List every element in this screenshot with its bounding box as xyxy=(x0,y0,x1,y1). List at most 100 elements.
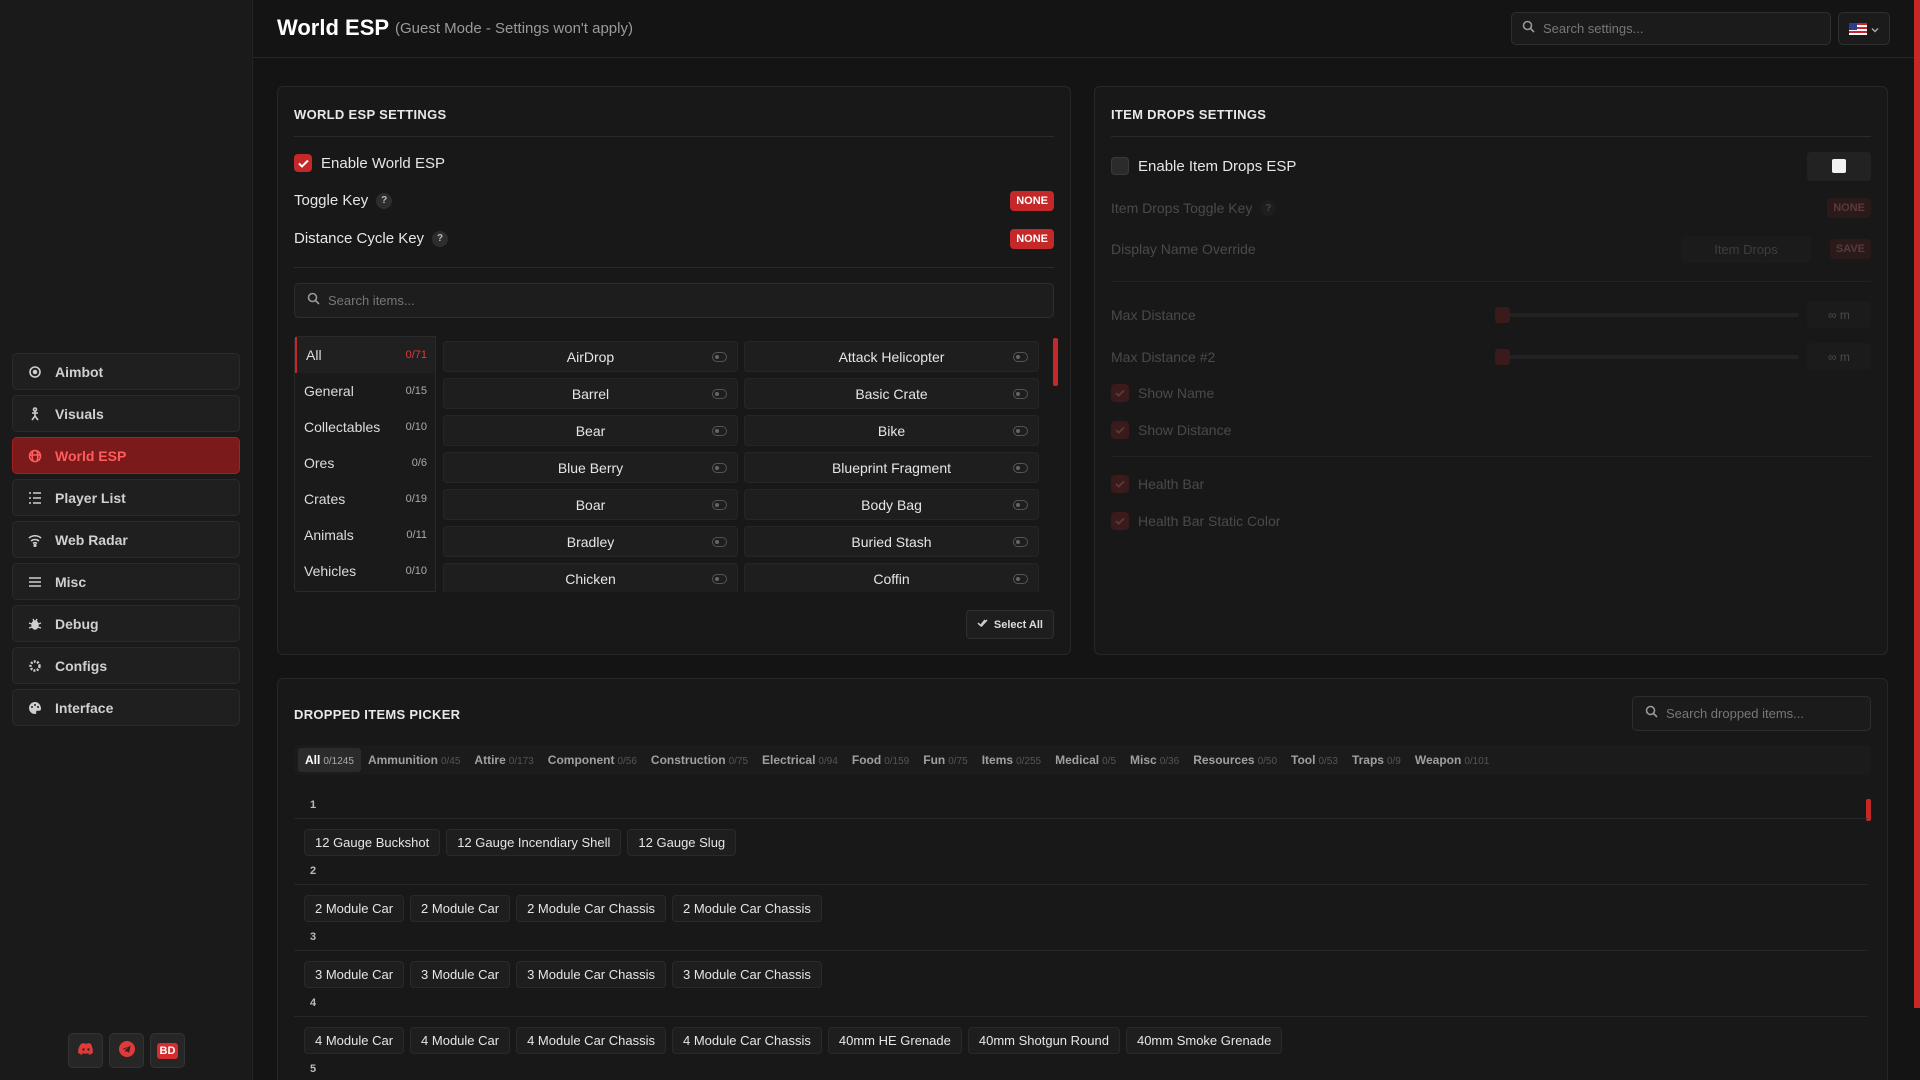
select-all-button[interactable]: Select All xyxy=(965,610,1054,639)
dropped-item-chip[interactable]: 40mm Shotgun Round xyxy=(967,1027,1120,1054)
tab-weapon[interactable]: Weapon 0/101 xyxy=(1408,748,1496,772)
esp-item[interactable]: Bradley xyxy=(443,526,738,557)
items-search-input[interactable] xyxy=(328,293,963,308)
category-ores[interactable]: Ores 0/6 xyxy=(295,445,435,481)
sidebar-item-world-esp[interactable]: World ESP xyxy=(12,437,240,474)
bd-button[interactable]: BD xyxy=(150,1033,185,1068)
dropped-item-chip[interactable]: 4 Module Car xyxy=(410,1027,511,1054)
category-crates[interactable]: Crates 0/19 xyxy=(295,481,435,517)
dropped-item-chip[interactable]: 2 Module Car Chassis xyxy=(671,895,822,922)
esp-item[interactable]: Body Bag xyxy=(744,489,1039,520)
esp-item[interactable]: Attack Helicopter xyxy=(744,341,1039,372)
tab-component[interactable]: Component 0/56 xyxy=(541,748,644,772)
page-scrollbar[interactable] xyxy=(1914,0,1920,1008)
tab-tool[interactable]: Tool 0/53 xyxy=(1284,748,1345,772)
sidebar-item-aimbot[interactable]: Aimbot xyxy=(12,353,240,390)
esp-item[interactable]: Barrel xyxy=(443,378,738,409)
help-icon[interactable]: ? xyxy=(432,230,449,247)
toggle-icon[interactable] xyxy=(1013,463,1028,473)
telegram-button[interactable] xyxy=(109,1033,144,1068)
sidebar-item-web-radar[interactable]: Web Radar xyxy=(12,521,240,558)
dropped-item-chip[interactable]: 3 Module Car Chassis xyxy=(671,961,822,988)
esp-item[interactable]: Buried Stash xyxy=(744,526,1039,557)
settings-search-input[interactable] xyxy=(1543,21,1805,36)
toggle-icon[interactable] xyxy=(712,463,727,473)
dropped-item-chip[interactable]: 12 Gauge Incendiary Shell xyxy=(446,829,622,856)
esp-item[interactable]: Boar xyxy=(443,489,738,520)
tab-ammunition[interactable]: Ammunition 0/45 xyxy=(361,748,467,772)
sidebar-item-configs[interactable]: Configs xyxy=(12,647,240,684)
toggle-icon[interactable] xyxy=(1013,500,1028,510)
category-vehicles[interactable]: Vehicles 0/10 xyxy=(295,553,435,589)
dropped-item-chip[interactable]: 2 Module Car Chassis xyxy=(516,895,666,922)
item-drops-settings-panel: ITEM DROPS SETTINGS Enable Item Drops ES… xyxy=(1094,86,1888,655)
tab-resources[interactable]: Resources 0/50 xyxy=(1186,748,1284,772)
item-drops-toggle[interactable] xyxy=(1807,151,1871,181)
esp-item[interactable]: Blue Berry xyxy=(443,452,738,483)
sidebar-item-interface[interactable]: Interface xyxy=(12,689,240,726)
category-collectables[interactable]: Collectables 0/10 xyxy=(295,409,435,445)
esp-item[interactable]: Blueprint Fragment xyxy=(744,452,1039,483)
esp-item[interactable]: Bear xyxy=(443,415,738,446)
esp-item[interactable]: Bike xyxy=(744,415,1039,446)
toggle-icon[interactable] xyxy=(712,537,727,547)
toggle-icon[interactable] xyxy=(1013,389,1028,399)
tab-traps[interactable]: Traps 0/9 xyxy=(1345,748,1408,772)
toggle-icon[interactable] xyxy=(1013,426,1028,436)
tab-construction[interactable]: Construction 0/75 xyxy=(644,748,755,772)
max-distance-label: Max Distance xyxy=(1111,306,1196,323)
items-scrollbar[interactable] xyxy=(1053,338,1058,386)
tab-attire[interactable]: Attire 0/173 xyxy=(467,748,540,772)
dropped-item-chip[interactable]: 3 Module Car xyxy=(304,961,405,988)
tab-food[interactable]: Food 0/159 xyxy=(845,748,916,772)
toggle-icon[interactable] xyxy=(1013,574,1028,584)
sidebar-item-misc[interactable]: Misc xyxy=(12,563,240,600)
toggle-icon[interactable] xyxy=(712,500,727,510)
esp-item[interactable]: Chicken xyxy=(443,563,738,592)
dropped-item-chip[interactable]: 12 Gauge Buckshot xyxy=(304,829,441,856)
language-selector[interactable] xyxy=(1838,12,1890,45)
dropped-item-chip[interactable]: 40mm HE Grenade xyxy=(827,1027,962,1054)
tab-label: Attire xyxy=(474,753,506,767)
toggle-icon[interactable] xyxy=(712,389,727,399)
esp-item-label: Blueprint Fragment xyxy=(831,459,952,476)
esp-items-grid: AirDrop Attack Helicopter Barrel Basic C… xyxy=(438,336,1050,592)
enable-item-drops-checkbox[interactable] xyxy=(1111,157,1129,175)
esp-item[interactable]: AirDrop xyxy=(443,341,738,372)
toggle-icon[interactable] xyxy=(712,352,727,362)
dropped-item-chip[interactable]: 4 Module Car Chassis xyxy=(516,1027,666,1054)
esp-item[interactable]: Coffin xyxy=(744,563,1039,592)
tab-items[interactable]: Items 0/255 xyxy=(975,748,1048,772)
help-icon[interactable]: ? xyxy=(376,192,393,209)
dropped-item-chip[interactable]: 2 Module Car xyxy=(410,895,511,922)
dropped-item-chip[interactable]: 12 Gauge Slug xyxy=(627,829,737,856)
category-animals[interactable]: Animals 0/11 xyxy=(295,517,435,553)
tab-all[interactable]: All 0/1245 xyxy=(298,748,361,772)
sidebar-item-visuals[interactable]: Visuals xyxy=(12,395,240,432)
dropped-item-chip[interactable]: 4 Module Car xyxy=(304,1027,405,1054)
tab-fun[interactable]: Fun 0/75 xyxy=(916,748,974,772)
enable-world-esp-checkbox[interactable] xyxy=(294,154,312,172)
discord-button[interactable] xyxy=(68,1033,103,1068)
toggle-icon[interactable] xyxy=(712,574,727,584)
toggle-icon[interactable] xyxy=(712,426,727,436)
dropped-item-chip[interactable]: 3 Module Car xyxy=(410,961,511,988)
toggle-icon[interactable] xyxy=(1013,537,1028,547)
category-all[interactable]: All 0/71 xyxy=(295,337,435,373)
category-label: Crates xyxy=(304,491,346,507)
dropped-items-search-input[interactable] xyxy=(1666,706,1858,721)
sidebar-item-debug[interactable]: Debug xyxy=(12,605,240,642)
dropped-item-chip[interactable]: 3 Module Car Chassis xyxy=(516,961,666,988)
toggle-key-button[interactable]: NONE xyxy=(1010,190,1054,211)
tab-electrical[interactable]: Electrical 0/94 xyxy=(755,748,845,772)
distance-cycle-key-button[interactable]: NONE xyxy=(1010,228,1054,249)
tab-misc[interactable]: Misc 0/36 xyxy=(1123,748,1186,772)
sidebar-item-player-list[interactable]: Player List xyxy=(12,479,240,516)
category-general[interactable]: General 0/15 xyxy=(295,373,435,409)
dropped-item-chip[interactable]: 40mm Smoke Grenade xyxy=(1125,1027,1283,1054)
toggle-icon[interactable] xyxy=(1013,352,1028,362)
esp-item[interactable]: Basic Crate xyxy=(744,378,1039,409)
dropped-item-chip[interactable]: 4 Module Car Chassis xyxy=(671,1027,822,1054)
tab-medical[interactable]: Medical 0/5 xyxy=(1048,748,1123,772)
dropped-item-chip[interactable]: 2 Module Car xyxy=(304,895,405,922)
